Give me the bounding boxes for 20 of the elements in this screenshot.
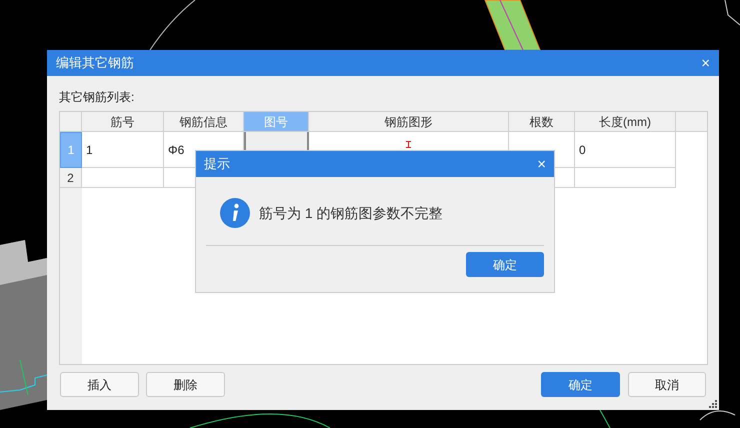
message-text: 筋号为 1 的钢筋图参数不完整	[259, 204, 443, 222]
close-button[interactable]: ×	[537, 156, 546, 172]
list-label: 其它钢筋列表:	[59, 89, 136, 106]
toolbar-button[interactable]: 插入	[60, 372, 139, 397]
table-cell: 1	[82, 132, 164, 168]
info-icon	[220, 198, 250, 228]
column-header[interactable]: 钢筋图形	[309, 112, 509, 132]
cancel-button[interactable]: 取消	[628, 372, 706, 397]
window-title: 编辑其它钢筋	[56, 54, 134, 72]
column-header[interactable]: 筋号	[82, 112, 164, 132]
column-header[interactable]: 长度(mm)	[575, 112, 676, 132]
close-button[interactable]: ×	[701, 56, 710, 70]
rebar-shape-icon	[406, 141, 411, 148]
ok-button[interactable]: 确定	[466, 252, 544, 277]
toolbar-button[interactable]: 删除	[146, 372, 225, 397]
ok-button[interactable]: 确定	[541, 372, 620, 397]
resize-grip-icon[interactable]	[709, 400, 717, 408]
column-header[interactable]: 钢筋信息	[164, 112, 244, 132]
row-header[interactable]: 2	[60, 168, 82, 188]
column-header[interactable]: 根数	[509, 112, 575, 132]
